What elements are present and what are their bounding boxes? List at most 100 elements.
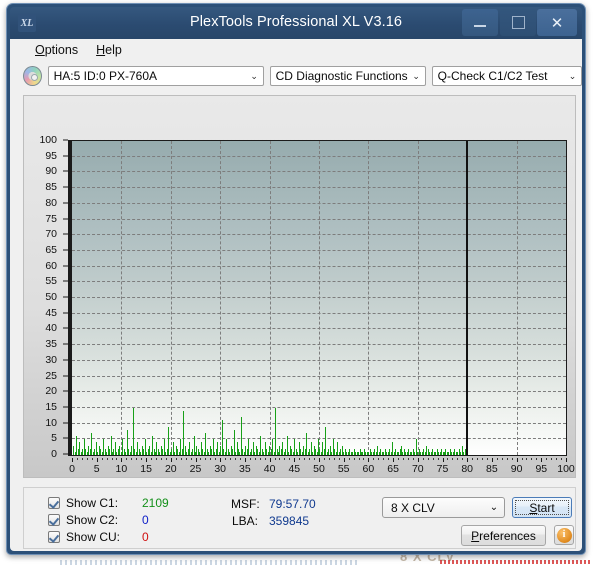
chart-x-tick-minor: [116, 458, 118, 460]
chart-x-tick-minor: [239, 458, 241, 460]
show-c2-checkbox[interactable]: [48, 514, 60, 526]
chart-x-tick-label: 20: [164, 463, 177, 475]
chart-gridline-vertical: [269, 141, 271, 455]
chart-x-tick-minor: [556, 458, 558, 460]
chart-y-tick: [63, 390, 68, 392]
chevron-down-icon: ⌄: [412, 70, 420, 81]
chart-x-tick-minor: [249, 458, 251, 460]
chart-y-tick-label: 5: [51, 432, 57, 445]
chart-x-tick: [442, 458, 444, 462]
chart-y-tick-label: 65: [45, 243, 57, 256]
msf-label: MSF:: [231, 497, 260, 511]
chart-gridline-vertical: [516, 141, 518, 455]
chart-y-tick: [63, 296, 68, 298]
chart-x-tick-minor: [472, 458, 474, 460]
chart-x-tick-minor: [215, 458, 217, 460]
show-c1-row[interactable]: Show C1: 2109: [48, 496, 169, 510]
chart-y-tick: [63, 155, 68, 157]
chart-data-end-marker: [466, 141, 469, 455]
chart-x-tick-minor: [126, 458, 128, 460]
chart-y-tick: [63, 170, 68, 172]
chart-x-tick-minor: [279, 458, 281, 460]
test-select-value: Q-Check C1/C2 Test: [437, 69, 548, 83]
chart-x-tick-label: 30: [214, 463, 227, 475]
start-button[interactable]: Start: [512, 497, 572, 518]
chart-x-tick-minor: [526, 458, 528, 460]
chart-x-tick-minor: [348, 458, 350, 460]
chart-x-tick-minor: [506, 458, 508, 460]
close-button[interactable]: ✕: [537, 9, 577, 36]
chart-y-tick-label: 90: [45, 165, 57, 178]
chart-bar: [325, 426, 327, 455]
chart-y-tick: [63, 343, 68, 345]
chart-x-tick-label: 85: [486, 463, 498, 475]
chart-x-tick-minor: [398, 458, 400, 460]
chart-x-tick-label: 100: [557, 463, 575, 475]
title-bar[interactable]: XL PlexTools Professional XL V3.16 ✕: [10, 7, 582, 39]
chart-x-tick: [220, 458, 222, 462]
chart-y-tick-label: 80: [45, 196, 57, 209]
chart-y-axis-labels: 0 5 10 15 20 25 30 35 40 45 50 55 60 65 70 75 80 85 90 95 10…: [24, 96, 60, 477]
menu-item-help-label: elp: [105, 43, 122, 57]
chart-x-tick-minor: [160, 458, 162, 460]
chart-y-tick: [63, 218, 68, 219]
menu-item-options-label: ptions: [44, 43, 79, 57]
chart-x-tick: [294, 458, 296, 462]
background-dotted-line: [440, 560, 590, 564]
info-button[interactable]: i: [554, 525, 574, 545]
chart-x-tick: [516, 458, 518, 462]
chart-x-tick: [566, 458, 567, 462]
chart-x-tick-minor: [521, 458, 523, 460]
chart-x-tick-minor: [141, 458, 143, 460]
chart-y-tick-label: 95: [45, 149, 57, 162]
menu-item-options[interactable]: Options: [26, 41, 87, 59]
show-c1-checkbox[interactable]: [48, 497, 60, 509]
chart-x-tick-minor: [536, 458, 538, 460]
show-cu-row[interactable]: Show CU: 0: [48, 530, 149, 544]
chart-x-tick-minor: [511, 458, 513, 460]
chart-x-tick-minor: [185, 458, 187, 460]
chart-y-tick: [63, 437, 68, 439]
chart-y-tick-label: 30: [45, 353, 57, 366]
chart-x-tick-minor: [447, 458, 449, 460]
control-panel: Show C1: 2109 Show C2: 0 Show CU: 0 MSF:…: [23, 487, 576, 549]
chart-x-tick-minor: [314, 458, 316, 460]
chart-x-tick-minor: [136, 458, 138, 460]
test-select[interactable]: Q-Check C1/C2 Test ⌄: [431, 66, 582, 86]
chart-x-tick-minor: [452, 458, 454, 460]
chart-x-tick-minor: [284, 458, 286, 460]
chart-y-tick-label: 85: [45, 181, 57, 194]
chart-x-tick-minor: [180, 458, 182, 460]
chart-x-tick: [467, 458, 469, 462]
chart-x-tick-minor: [333, 458, 335, 460]
chart-gridline-vertical: [417, 141, 419, 455]
chevron-down-icon: ⌄: [489, 502, 499, 513]
chart-x-tick-minor: [225, 458, 227, 460]
menu-item-help[interactable]: Help: [87, 41, 131, 59]
minimize-button[interactable]: [462, 9, 498, 36]
maximize-button[interactable]: [500, 9, 536, 36]
chart-x-tick-minor: [299, 458, 301, 460]
drive-select[interactable]: HA:5 ID:0 PX-760A ⌄: [47, 66, 264, 86]
chart-x-tick-label: 45: [288, 463, 301, 475]
preferences-button[interactable]: Preferences: [461, 525, 546, 546]
speed-select[interactable]: 8 X CLV ⌄: [382, 497, 505, 518]
chart-x-tick-minor: [230, 458, 232, 460]
chart-x-tick-minor: [407, 458, 409, 460]
function-select[interactable]: CD Diagnostic Functions ⌄: [269, 66, 426, 86]
chart-gridline-vertical: [220, 141, 222, 455]
show-c2-row[interactable]: Show C2: 0: [48, 513, 149, 527]
show-cu-label: Show CU:: [66, 530, 121, 544]
cu-count-value: 0: [142, 530, 149, 544]
chart-x-tick-label: 60: [362, 463, 375, 475]
chart-x-tick-minor: [373, 458, 375, 460]
chart-y-tick: [63, 202, 68, 204]
chart-x-tick-minor: [501, 458, 503, 460]
show-cu-checkbox[interactable]: [48, 531, 60, 543]
chart-x-tick-minor: [422, 458, 424, 460]
chart-plot-area[interactable]: [72, 140, 567, 456]
chart-x-tick-minor: [561, 458, 563, 460]
toolbar: HA:5 ID:0 PX-760A ⌄ CD Diagnostic Functi…: [10, 61, 582, 91]
chart-x-tick-label: 10: [115, 463, 128, 475]
chart-x-tick-minor: [477, 458, 479, 460]
